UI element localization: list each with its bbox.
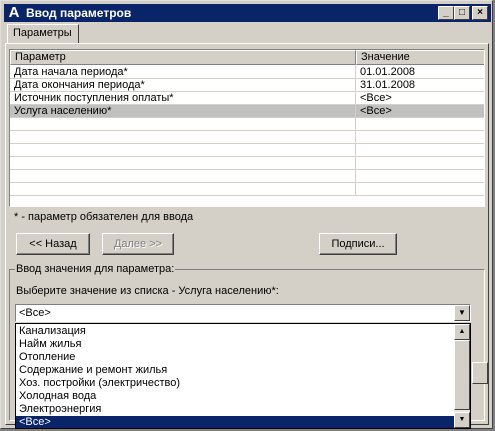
header-value[interactable]: Значение (356, 50, 484, 65)
window-title: Ввод параметров (26, 6, 132, 20)
param-value: 01.01.2008 (356, 66, 484, 79)
grid-empty-row (10, 183, 484, 196)
param-name: Источник поступления оплаты* (10, 92, 356, 105)
dropdown-arrow-icon[interactable]: ▼ (454, 305, 470, 321)
grid-row[interactable]: Дата начала периода* 01.01.2008 (10, 66, 484, 79)
param-name: Услуга населению* (10, 105, 356, 118)
combo-value: <Все> (19, 307, 51, 319)
minimize-button[interactable]: _ (438, 6, 454, 20)
list-item[interactable]: Найм жилья (16, 338, 456, 351)
list-item[interactable]: Содержание и ремонт жилья (16, 364, 456, 377)
param-value: 31.01.2008 (356, 79, 484, 92)
list-item[interactable]: Хоз. постройки (электричество) (16, 377, 456, 390)
scroll-down-icon[interactable]: ▼ (454, 412, 470, 428)
value-combobox[interactable]: <Все> ▼ (15, 304, 471, 322)
header-param[interactable]: Параметр (10, 50, 356, 65)
obscured-button (472, 362, 488, 384)
signatures-button[interactable]: Подписи... (319, 233, 397, 255)
list-item[interactable]: Канализация (16, 325, 456, 338)
maximize-button[interactable]: □ (454, 6, 470, 20)
title-bar[interactable]: A Ввод параметров _ □ × (4, 4, 491, 22)
app-icon: A (8, 4, 20, 21)
param-name: Дата окончания периода* (10, 79, 356, 92)
back-button[interactable]: << Назад (16, 233, 90, 255)
list-item[interactable]: Отопление (16, 351, 456, 364)
grid-empty-row (10, 131, 484, 144)
param-value: <Все> (356, 105, 484, 118)
param-value: <Все> (356, 92, 484, 105)
grid-empty-row (10, 170, 484, 183)
grid-empty-row (10, 118, 484, 131)
grid-empty-row (10, 144, 484, 157)
parameters-grid: Параметр Значение Дата начала периода* 0… (9, 49, 485, 207)
grid-header: Параметр Значение (10, 50, 484, 65)
dropdown-list[interactable]: Канализация Найм жилья Отопление Содержа… (15, 323, 471, 429)
required-note: * - параметр обязателен для ввода (14, 211, 194, 223)
next-button[interactable]: Далее >> (102, 233, 174, 255)
param-name: Дата начала периода* (10, 66, 356, 79)
list-item[interactable]: Холодная вода (16, 390, 456, 403)
list-scrollbar[interactable]: ▲ ▼ (454, 324, 470, 428)
select-prompt: Выберите значение из списка - Услуга нас… (16, 285, 279, 297)
group-label: Ввод значения для параметра: (15, 263, 176, 275)
grid-row[interactable]: Источник поступления оплаты* <Все> (10, 92, 484, 105)
list-item[interactable]: Электроэнергия (16, 403, 456, 416)
scroll-up-icon[interactable]: ▲ (454, 324, 470, 340)
close-button[interactable]: × (472, 6, 488, 20)
grid-row[interactable]: Дата окончания периода* 31.01.2008 (10, 79, 484, 92)
list-item-selected[interactable]: <Все> (16, 416, 456, 428)
scroll-thumb[interactable] (454, 340, 470, 410)
tab-parameters[interactable]: Параметры (7, 24, 79, 44)
grid-empty-row (10, 157, 484, 170)
grid-row-selected[interactable]: Услуга населению* <Все> (10, 105, 484, 118)
